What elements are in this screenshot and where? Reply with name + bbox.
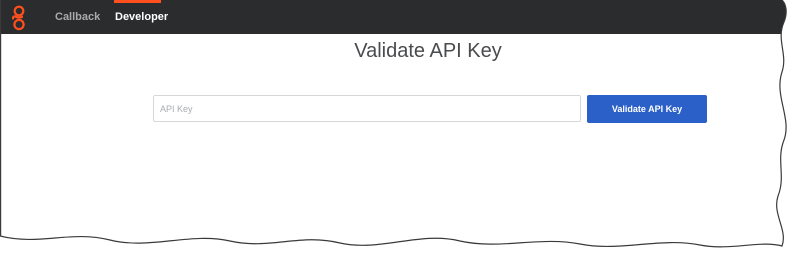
screenshot-stage: Callback Developer Validate API Key Vali… — [0, 0, 800, 263]
page-title: Validate API Key — [354, 40, 502, 62]
nav-tab-callback[interactable]: Callback — [55, 0, 100, 34]
api-key-input[interactable] — [153, 95, 581, 122]
app-window: Callback Developer Validate API Key Vali… — [0, 0, 800, 263]
genesys-logo-icon[interactable] — [8, 5, 30, 31]
top-navigation-bar: Callback Developer — [0, 0, 800, 34]
nav-tab-developer[interactable]: Developer — [115, 0, 168, 34]
validate-api-key-button[interactable]: Validate API Key — [587, 95, 707, 123]
